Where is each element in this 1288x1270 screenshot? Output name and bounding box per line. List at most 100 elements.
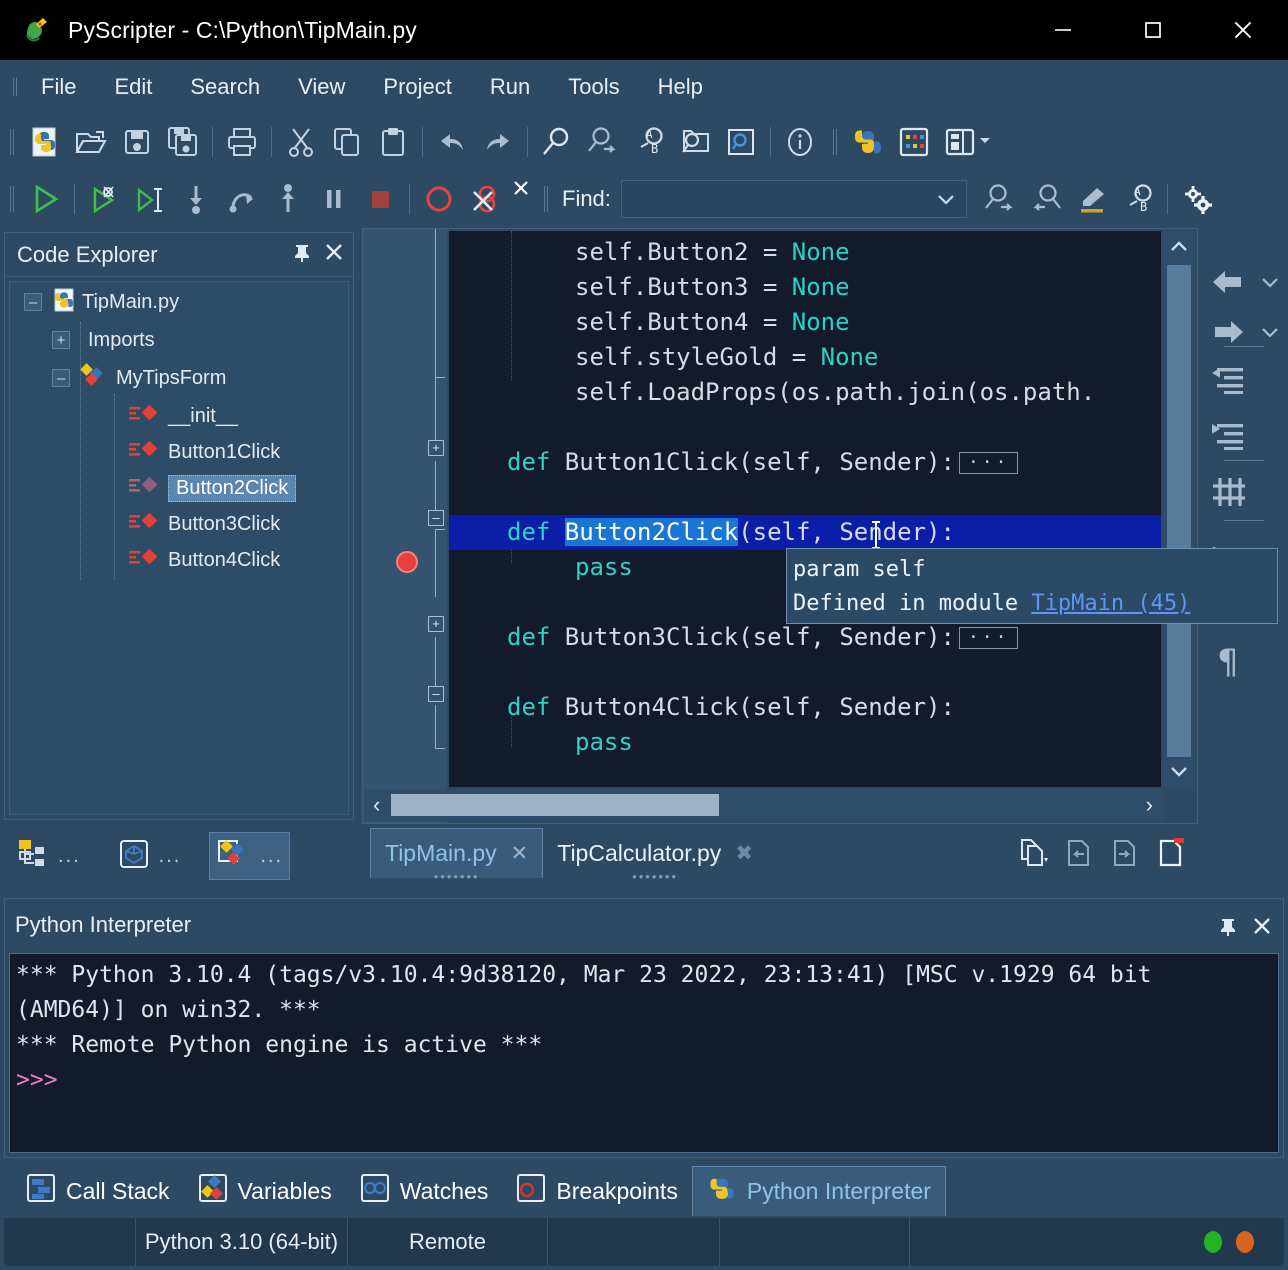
tab-call-stack[interactable]: Call Stack bbox=[12, 1166, 184, 1216]
menu-edit[interactable]: Edit bbox=[98, 70, 168, 104]
chevron-down-icon[interactable] bbox=[1163, 755, 1195, 787]
project-explorer-button[interactable]: ... bbox=[10, 832, 87, 880]
print-icon[interactable] bbox=[219, 119, 265, 165]
replace-icon[interactable]: A B bbox=[1115, 176, 1161, 222]
find-input[interactable] bbox=[622, 182, 922, 216]
tab-watches[interactable]: Watches bbox=[346, 1166, 503, 1216]
step-over-icon[interactable] bbox=[219, 176, 265, 222]
code-fold-ellipsis[interactable]: ··· bbox=[959, 452, 1019, 474]
menu-help[interactable]: Help bbox=[642, 70, 719, 104]
info-icon[interactable] bbox=[777, 119, 823, 165]
undo-icon[interactable] bbox=[429, 119, 475, 165]
find-next-icon[interactable] bbox=[977, 176, 1023, 222]
tab-variables[interactable]: Variables bbox=[184, 1166, 346, 1216]
menu-file[interactable]: File bbox=[25, 70, 92, 104]
tree-node-mytipsform[interactable]: – MyTipsForm bbox=[10, 358, 348, 398]
unindent-icon[interactable] bbox=[1200, 365, 1256, 395]
editor-text-area[interactable]: self.Button2 = Noneself.Button2 = None s… bbox=[449, 231, 1161, 787]
close-icon[interactable]: ✕ bbox=[511, 841, 529, 866]
cut-icon[interactable] bbox=[278, 119, 324, 165]
stop-icon[interactable] bbox=[357, 176, 403, 222]
tree-node-button2click[interactable]: Button2Click bbox=[10, 470, 348, 506]
navigate-forward-icon[interactable] bbox=[1200, 317, 1256, 347]
menu-tools[interactable]: Tools bbox=[552, 70, 635, 104]
menu-project[interactable]: Project bbox=[367, 70, 467, 104]
python-engine-icon[interactable] bbox=[845, 119, 891, 165]
scrollbar-thumb[interactable] bbox=[391, 794, 719, 816]
chevron-up-icon[interactable] bbox=[1163, 231, 1195, 263]
maximize-button[interactable] bbox=[1108, 0, 1198, 60]
copy-tab-dropdown-icon[interactable] bbox=[1010, 830, 1056, 876]
tab-python-interpreter[interactable]: Python Interpreter bbox=[692, 1166, 946, 1216]
menu-run[interactable]: Run bbox=[474, 70, 546, 104]
close-find-bar-icon[interactable] bbox=[510, 177, 532, 204]
close-icon[interactable] bbox=[1251, 915, 1273, 942]
menu-grip-handle[interactable] bbox=[8, 76, 22, 98]
layout-grid-icon[interactable] bbox=[891, 119, 937, 165]
interpreter-output[interactable]: *** Python 3.10.4 (tags/v3.10.4:9d38120,… bbox=[9, 953, 1279, 1153]
minimize-button[interactable] bbox=[1018, 0, 1108, 60]
breakpoint-dot[interactable] bbox=[396, 551, 418, 573]
file-tab-tipcalculator[interactable]: TipCalculator.py ✖ ••••••• bbox=[543, 828, 767, 878]
paste-icon[interactable] bbox=[370, 119, 416, 165]
unit-test-button[interactable]: ... bbox=[111, 832, 188, 880]
debug-icon[interactable] bbox=[81, 176, 127, 222]
pin-icon[interactable] bbox=[1217, 915, 1239, 942]
expander-collapse-icon[interactable]: – bbox=[24, 293, 42, 311]
chevron-down-icon[interactable] bbox=[936, 193, 956, 212]
indent-button[interactable] bbox=[1200, 412, 1288, 460]
close-icon[interactable] bbox=[323, 241, 345, 268]
fold-expand-button[interactable]: + bbox=[428, 440, 444, 456]
layout-dropdown-arrow[interactable] bbox=[977, 132, 993, 153]
unindent-button[interactable] bbox=[1200, 356, 1288, 404]
tree-node-button4click[interactable]: Button4Click bbox=[10, 542, 348, 578]
navigate-back-button[interactable] bbox=[1200, 258, 1288, 306]
tab-breakpoints[interactable]: Breakpoints bbox=[502, 1166, 691, 1216]
pin-icon[interactable] bbox=[291, 241, 313, 268]
comment-block-button[interactable] bbox=[1200, 468, 1288, 516]
chevron-down-icon[interactable] bbox=[1256, 326, 1284, 338]
next-file-icon[interactable] bbox=[1102, 830, 1148, 876]
run-icon[interactable] bbox=[22, 176, 68, 222]
replace-icon[interactable]: A B bbox=[626, 119, 672, 165]
close-dim-icon[interactable]: ✖ bbox=[735, 841, 753, 866]
tooltip-module-link[interactable]: TipMain (45) bbox=[1031, 591, 1190, 616]
scrollbar-thumb[interactable] bbox=[1167, 265, 1191, 757]
code-editor[interactable]: + – + – self.Button2 = Noneself.Button2 … bbox=[362, 228, 1198, 824]
pause-icon[interactable] bbox=[311, 176, 357, 222]
navigate-forward-button[interactable] bbox=[1200, 308, 1288, 356]
redo-icon[interactable] bbox=[475, 119, 521, 165]
tree-node-init[interactable]: __init__ bbox=[10, 398, 348, 434]
show-whitespace-icon[interactable]: ¶ bbox=[1200, 643, 1256, 681]
toggle-breakpoint-icon[interactable] bbox=[416, 176, 462, 222]
tree-node-imports[interactable]: + Imports bbox=[10, 322, 348, 358]
editor-vertical-scrollbar[interactable] bbox=[1163, 231, 1195, 787]
fold-expand-button[interactable]: + bbox=[428, 616, 444, 632]
navigate-back-icon[interactable] bbox=[1200, 267, 1256, 297]
highlight-icon[interactable] bbox=[1069, 176, 1115, 222]
run-to-cursor-icon[interactable] bbox=[127, 176, 173, 222]
show-whitespace-button[interactable]: ¶ bbox=[1200, 638, 1288, 686]
editor-horizontal-scrollbar[interactable]: ‹ › bbox=[365, 789, 1163, 821]
comment-block-icon[interactable] bbox=[1200, 475, 1256, 509]
save-file-icon[interactable] bbox=[114, 119, 160, 165]
code-explorer-tree[interactable]: – TipMain.py + Imports bbox=[9, 281, 349, 815]
menu-view[interactable]: View bbox=[282, 70, 361, 104]
find-toolbar-grip-handle[interactable] bbox=[540, 186, 552, 212]
file-tab-tipmain[interactable]: TipMain.py ✕ ••••••• bbox=[370, 828, 543, 878]
find-in-files-icon[interactable] bbox=[672, 119, 718, 165]
find-previous-icon[interactable] bbox=[1023, 176, 1069, 222]
toolbar-grip-handle-2[interactable] bbox=[829, 129, 841, 155]
expander-expand-icon[interactable]: + bbox=[52, 331, 70, 349]
run-toolbar-grip-handle[interactable] bbox=[6, 186, 18, 212]
chevron-right-icon[interactable]: › bbox=[1146, 792, 1153, 818]
chevron-down-icon[interactable] bbox=[1256, 276, 1284, 288]
new-python-file-icon[interactable] bbox=[22, 119, 68, 165]
copy-icon[interactable] bbox=[324, 119, 370, 165]
find-icon[interactable] bbox=[534, 119, 580, 165]
fold-collapse-button[interactable]: – bbox=[428, 510, 444, 526]
step-into-icon[interactable] bbox=[173, 176, 219, 222]
find-combo[interactable] bbox=[621, 180, 967, 218]
menu-search[interactable]: Search bbox=[174, 70, 276, 104]
code-explorer-button[interactable]: ... bbox=[209, 832, 290, 880]
